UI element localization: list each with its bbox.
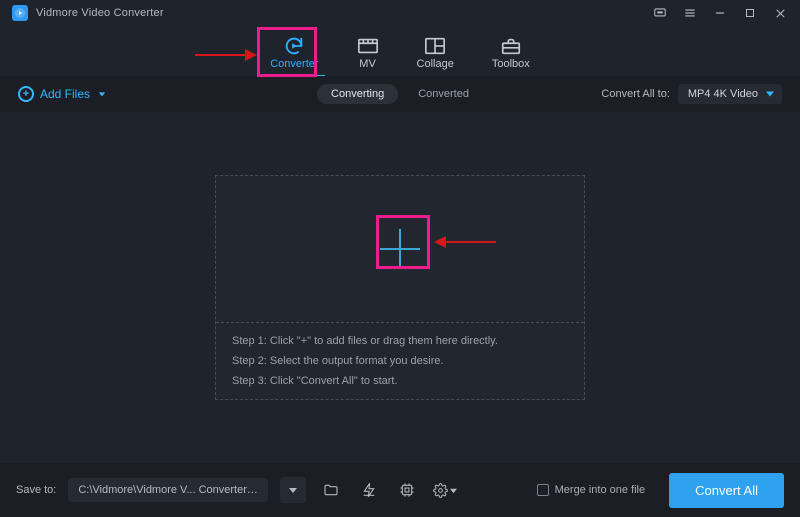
step-1: Step 1: Click "+" to add files or drag t… [232,335,568,347]
dropzone-top [216,176,584,322]
converter-icon [283,36,305,56]
checkbox-icon [537,484,549,496]
app-logo-icon [12,5,28,21]
mv-icon [357,36,379,56]
chevron-down-icon [98,90,106,98]
menu-icon[interactable] [682,5,698,21]
tab-converter[interactable]: Converter [270,36,318,76]
add-files-plus-icon[interactable] [380,229,420,269]
save-path-field[interactable]: C:\Vidmore\Vidmore V... Converter\Conver… [68,478,268,502]
main-area: Step 1: Click "+" to add files or drag t… [0,112,800,463]
step-3: Step 3: Click "Convert All" to start. [232,375,568,387]
convert-all-button[interactable]: Convert All [669,473,784,508]
tab-label: Collage [417,58,454,70]
bottom-bar: Save to: C:\Vidmore\Vidmore V... Convert… [0,463,800,517]
toolbar: + Add Files Converting Converted Convert… [0,76,800,112]
collage-icon [424,36,446,56]
window-controls [652,5,788,21]
merge-checkbox[interactable]: Merge into one file [537,484,646,496]
convert-all-to-label: Convert All to: [601,88,669,100]
tab-label: MV [359,58,376,70]
tab-mv[interactable]: MV [357,36,379,76]
toolbox-icon [500,36,522,56]
add-files-label: Add Files [40,87,90,101]
tab-label: Toolbox [492,58,530,70]
add-files-button[interactable]: + Add Files [18,86,106,102]
convert-all-to: Convert All to: MP4 4K Video [601,84,782,104]
tab-label: Converter [270,58,318,70]
step-2: Step 2: Select the output format you des… [232,355,568,367]
save-to-label: Save to: [16,484,56,496]
hardware-accel-icon[interactable] [356,477,382,503]
status-converting[interactable]: Converting [317,84,398,104]
titlebar: Vidmore Video Converter [0,0,800,26]
status-converted[interactable]: Converted [404,84,483,104]
dropzone-steps: Step 1: Click "+" to add files or drag t… [216,323,584,399]
merge-label: Merge into one file [555,484,646,496]
output-format-dropdown[interactable]: MP4 4K Video [678,84,782,104]
app-title: Vidmore Video Converter [36,7,164,19]
status-tabs: Converting Converted [317,84,483,104]
feedback-icon[interactable] [652,5,668,21]
save-path-dropdown[interactable] [280,477,306,503]
tab-collage[interactable]: Collage [417,36,454,76]
tab-toolbox[interactable]: Toolbox [492,36,530,76]
settings-gear-icon[interactable] [432,477,458,503]
dropzone[interactable]: Step 1: Click "+" to add files or drag t… [215,175,585,400]
plus-circle-icon: + [18,86,34,102]
maximize-button[interactable] [742,5,758,21]
high-speed-icon[interactable] [394,477,420,503]
main-tabs: Converter MV Collage Toolbox [0,26,800,76]
minimize-button[interactable] [712,5,728,21]
close-button[interactable] [772,5,788,21]
app-window: Vidmore Video Converter Convert [0,0,800,517]
open-folder-icon[interactable] [318,477,344,503]
